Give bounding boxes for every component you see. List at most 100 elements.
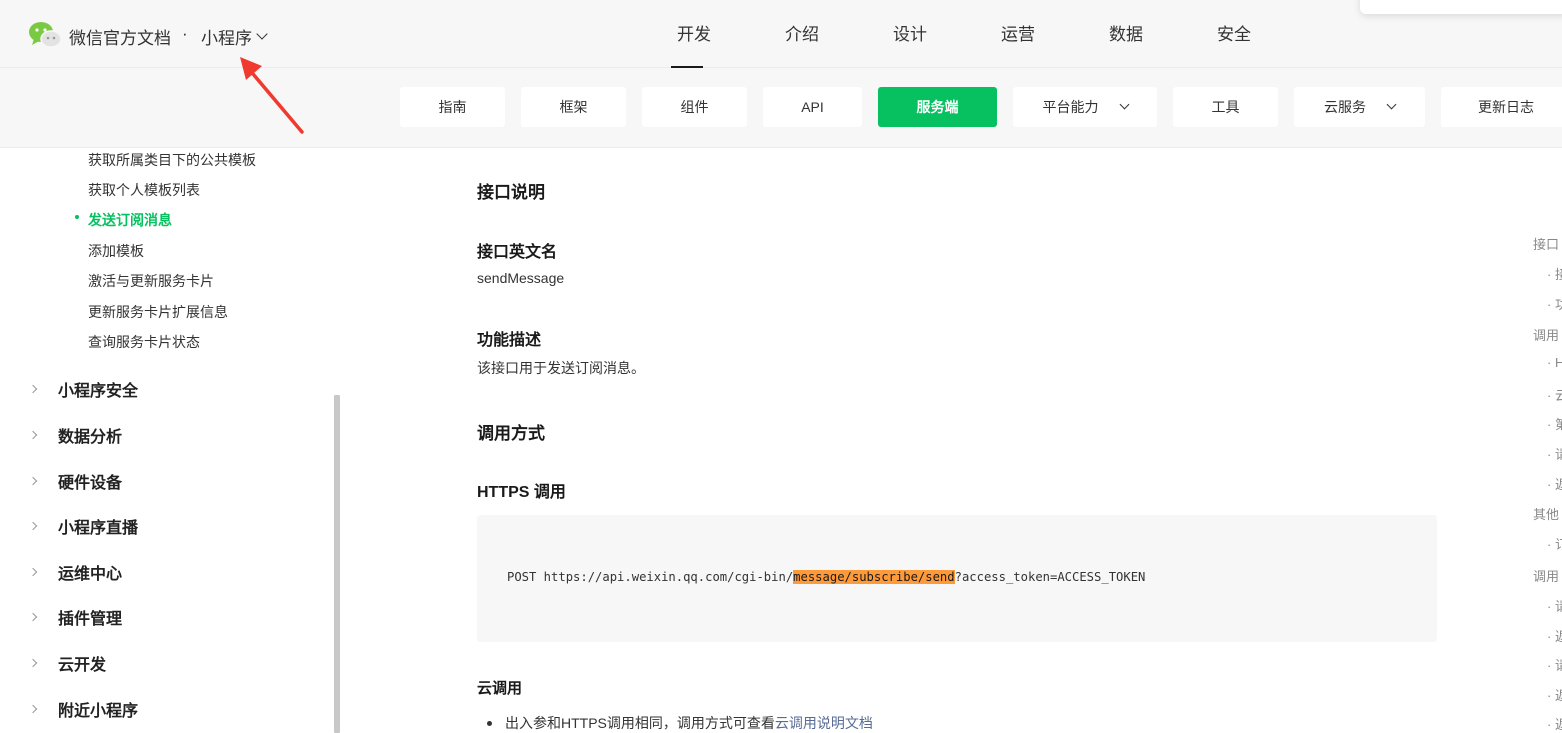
tab-tools-label: 工具 (1211, 99, 1240, 115)
sidebar-section-analytics[interactable]: 数据分析 (28, 423, 123, 447)
main-nav: 开发 介绍 设计 运营 数据 安全 (640, 0, 1288, 68)
tab-tools[interactable]: 工具 (1173, 87, 1278, 127)
brand-separator: · (182, 24, 188, 43)
nav-design[interactable]: 设计 (856, 0, 964, 68)
nav-develop[interactable]: 开发 (640, 0, 748, 68)
section-label: 附近小程序 (58, 703, 139, 720)
section-label: 运维中心 (58, 566, 123, 583)
tab-changelog[interactable]: 更新日志 (1441, 87, 1562, 127)
annotation-arrow-icon (240, 57, 304, 134)
tab-cloud[interactable]: 云服务 (1294, 87, 1425, 127)
tab-server-label: 服务端 (916, 99, 959, 115)
sidebar: 获取所属类目下的公共模板 获取个人模板列表 发送订阅消息 添加模板 激活与更新服… (0, 148, 333, 733)
product-label: 小程序 (201, 29, 252, 48)
chevron-right-icon (28, 567, 38, 577)
toc-item[interactable]: · 功 (1547, 294, 1562, 313)
nav-operations[interactable]: 运营 (964, 0, 1072, 68)
heading-interface: 接口说明 (477, 183, 545, 202)
toc-item[interactable]: · 接 (1547, 264, 1562, 283)
page: 微信官方文档 · 小程序 开发 介绍 设计 运营 数据 安全 指南 框架 组件 … (0, 0, 1562, 733)
heading-https: HTTPS 调用 (477, 484, 566, 501)
section-label: 插件管理 (58, 611, 123, 628)
nav-security[interactable]: 安全 (1180, 0, 1288, 68)
chevron-right-icon (28, 430, 38, 440)
sidebar-section-hardware[interactable]: 硬件设备 (28, 469, 122, 493)
chevron-down-icon (1386, 99, 1397, 110)
sidebar-item-personal-templates[interactable]: 获取个人模板列表 (88, 180, 200, 200)
english-name-value: sendMessage (477, 270, 565, 286)
section-label: 小程序直播 (58, 520, 139, 537)
code-prefix: POST https://api.weixin.qq.com/cgi-bin/ (507, 570, 794, 584)
sidebar-scrollbar-thumb[interactable] (334, 395, 340, 733)
heading-call: 调用方式 (477, 424, 545, 443)
chevron-right-icon (28, 658, 38, 668)
tab-server[interactable]: 服务端 (878, 87, 997, 127)
toc-item[interactable]: 调用 (1533, 325, 1559, 344)
code-line: POST https://api.weixin.qq.com/cgi-bin/m… (507, 570, 1145, 584)
sidebar-item-send-message[interactable]: 发送订阅消息 (88, 210, 172, 230)
nav-data[interactable]: 数据 (1072, 0, 1180, 68)
tab-framework-label: 框架 (559, 99, 588, 115)
product-switcher[interactable]: 小程序 (201, 24, 268, 49)
tab-api[interactable]: API (763, 87, 862, 127)
toc-item[interactable]: · 请 (1547, 444, 1562, 463)
code-block: POST https://api.weixin.qq.com/cgi-bin/m… (477, 515, 1437, 642)
heading-cloud-call: 云调用 (477, 680, 523, 697)
section-label: 数据分析 (58, 429, 123, 446)
sidebar-section-nearby[interactable]: 附近小程序 (28, 697, 139, 721)
toc-item[interactable]: · 订 (1547, 534, 1562, 553)
chevron-right-icon (28, 384, 38, 394)
sidebar-section-plugins[interactable]: 插件管理 (28, 605, 123, 629)
chevron-right-icon (28, 521, 38, 531)
toc-item[interactable]: · H (1547, 355, 1562, 370)
code-suffix: ?access_token=ACCESS_TOKEN (954, 570, 1146, 584)
tab-framework[interactable]: 框架 (521, 87, 626, 127)
sidebar-item-add-template[interactable]: 添加模板 (88, 241, 144, 261)
toc-item[interactable]: · 返 (1547, 714, 1562, 733)
toc-item[interactable]: · 返 (1547, 685, 1562, 704)
heading-english-name: 接口英文名 (477, 244, 558, 261)
tab-changelog-label: 更新日志 (1478, 99, 1534, 115)
chevron-down-icon (1119, 99, 1129, 110)
tab-components[interactable]: 组件 (642, 87, 747, 127)
sidebar-item-public-templates[interactable]: 获取所属类目下的公共模板 (88, 150, 256, 170)
toc-item[interactable]: · 第 (1547, 414, 1562, 433)
chevron-right-icon (28, 704, 38, 714)
sidebar-section-ops[interactable]: 运维中心 (28, 560, 123, 584)
heading-function: 功能描述 (477, 332, 542, 349)
tab-platform-label: 平台能力 (1042, 99, 1099, 115)
doc-content: 接口说明 接口英文名 sendMessage 功能描述 该接口用于发送订阅消息。… (341, 148, 1521, 733)
tab-cloud-label: 云服务 (1324, 99, 1366, 115)
toc-item[interactable]: · 返 (1547, 626, 1562, 645)
sidebar-section-security[interactable]: 小程序安全 (28, 377, 138, 401)
code-highlight: message/subscribe/send (793, 570, 955, 584)
sidebar-item-activate-card[interactable]: 激活与更新服务卡片 (88, 271, 214, 291)
toc-item[interactable]: · 请 (1547, 655, 1562, 674)
chevron-right-icon (28, 476, 38, 486)
sidebar-item-update-card-info[interactable]: 更新服务卡片扩展信息 (88, 302, 228, 322)
toc-item[interactable]: · 返 (1547, 474, 1562, 493)
tab-guide[interactable]: 指南 (400, 87, 505, 127)
cloud-call-doc-link[interactable]: 云调用说明文档 (775, 715, 873, 731)
chevron-down-icon (256, 28, 268, 40)
tab-api-label: API (801, 99, 824, 115)
chevron-right-icon (28, 612, 38, 622)
tab-platform[interactable]: 平台能力 (1013, 87, 1157, 127)
sidebar-item-query-card[interactable]: 查询服务卡片状态 (88, 332, 200, 352)
bullet-text: 出入参和HTTPS调用相同，调用方式可查看云调用说明文档 (505, 713, 873, 733)
toc-item[interactable]: 调用 (1533, 566, 1559, 585)
brand-title[interactable]: 微信官方文档 (69, 24, 171, 49)
nav-intro[interactable]: 介绍 (748, 0, 856, 68)
active-indicator-dot (75, 215, 79, 219)
tab-components-label: 组件 (680, 99, 709, 115)
toc-item[interactable]: · 请 (1547, 596, 1562, 615)
toc-item[interactable]: 接口 (1533, 234, 1559, 253)
toc-item[interactable]: · 云 (1547, 385, 1562, 404)
sidebar-section-cloud-dev[interactable]: 云开发 (28, 651, 106, 675)
sidebar-section-live[interactable]: 小程序直播 (28, 514, 139, 538)
bullet-dot (487, 721, 492, 726)
tab-guide-label: 指南 (438, 99, 467, 115)
search-popover (1360, 0, 1562, 14)
toc-item[interactable]: 其他 (1533, 504, 1559, 523)
wechat-logo-icon (29, 22, 62, 48)
